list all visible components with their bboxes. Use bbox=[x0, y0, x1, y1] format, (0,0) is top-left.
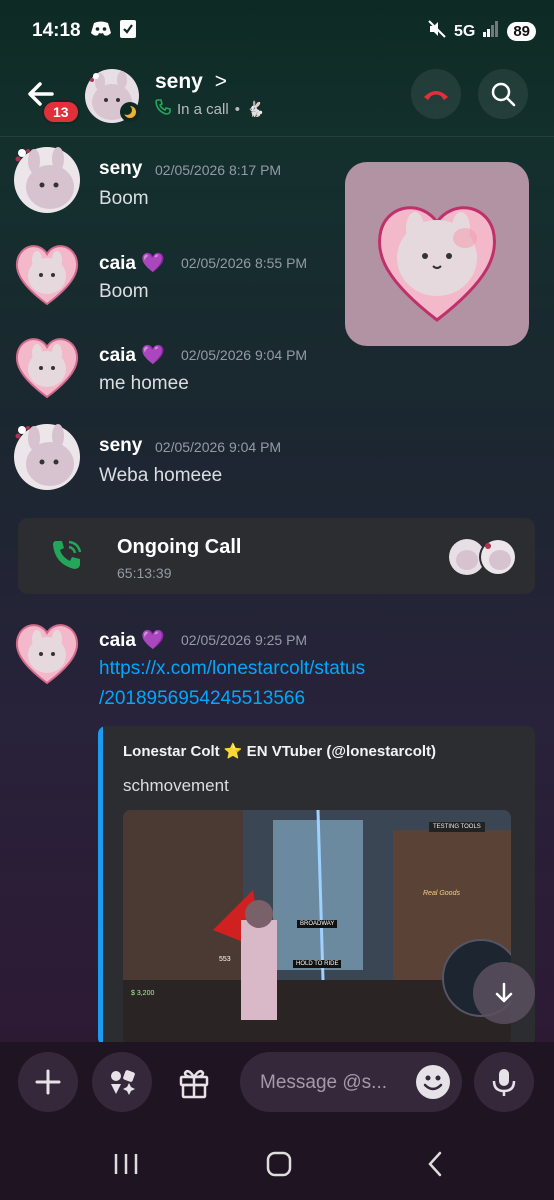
hud-shop-sign: Real Goods bbox=[423, 890, 460, 897]
network-type: 5G bbox=[453, 22, 476, 40]
emoji-button[interactable] bbox=[416, 1065, 450, 1099]
battery-indicator: 89 bbox=[507, 22, 536, 41]
embed-accent-bar bbox=[98, 726, 103, 1046]
recent-apps-button[interactable] bbox=[112, 1150, 140, 1183]
avatar[interactable] bbox=[12, 331, 82, 401]
phone-icon bbox=[155, 99, 171, 119]
search-icon bbox=[491, 82, 516, 107]
hud-money: $ 3,200 bbox=[131, 990, 155, 997]
discord-icon bbox=[90, 21, 112, 42]
custom-status-emoji: 🐇 bbox=[245, 101, 265, 118]
emoji-icon bbox=[423, 1075, 443, 1091]
checkbox-notification-icon bbox=[120, 20, 136, 43]
apps-button[interactable] bbox=[92, 1052, 152, 1112]
message-timestamp: 02/05/2026 8:17 PM bbox=[155, 162, 282, 178]
embed-description: schmovement bbox=[123, 776, 229, 795]
message-link[interactable]: https://x.com/lonestarcolt/status bbox=[99, 658, 365, 680]
microphone-icon bbox=[492, 1069, 516, 1096]
header-divider bbox=[0, 136, 554, 137]
status-separator: • bbox=[234, 100, 240, 118]
unread-badge: 13 bbox=[42, 100, 80, 124]
hud-sign: BROADWAY bbox=[297, 920, 338, 928]
hud-panel: TESTING TOOLS bbox=[429, 822, 485, 832]
recent-apps-icon bbox=[114, 1154, 138, 1174]
message-timestamp: 02/05/2026 9:04 PM bbox=[181, 347, 308, 363]
plus-icon bbox=[35, 1069, 61, 1095]
system-back-button[interactable] bbox=[422, 1150, 450, 1183]
apps-icon bbox=[111, 1070, 135, 1095]
call-participants bbox=[448, 538, 518, 576]
gift-button[interactable] bbox=[176, 1064, 212, 1105]
message-timestamp: 02/05/2026 8:55 PM bbox=[181, 255, 308, 271]
voice-message-button[interactable] bbox=[474, 1052, 534, 1112]
search-button[interactable] bbox=[478, 69, 528, 119]
call-title: Ongoing Call bbox=[117, 536, 242, 558]
mute-icon bbox=[428, 20, 446, 43]
message-author[interactable]: caia 💜 bbox=[99, 251, 165, 275]
message-author[interactable]: caia 💜 bbox=[99, 343, 165, 367]
avatar[interactable] bbox=[12, 422, 82, 492]
message-link-continued[interactable]: /2018956954245513566 bbox=[99, 688, 305, 710]
hud-speed: 553 bbox=[219, 956, 231, 963]
avatar[interactable] bbox=[84, 68, 140, 124]
hangup-icon bbox=[424, 91, 448, 100]
embed-image[interactable]: TESTING TOOLS BROADWAY HOLD TO RIDE $ 3,… bbox=[123, 810, 511, 1046]
jump-to-bottom-button[interactable] bbox=[473, 962, 535, 1024]
avatar[interactable] bbox=[12, 145, 82, 215]
message-author[interactable]: seny bbox=[99, 158, 142, 180]
status-right-icons: 5G 89 bbox=[428, 20, 536, 43]
status-time: 14:18 bbox=[32, 20, 81, 41]
message-text: Weba homeee bbox=[99, 465, 223, 486]
avatar[interactable] bbox=[12, 617, 82, 687]
add-attachment-button[interactable] bbox=[18, 1052, 78, 1112]
phone-call-icon bbox=[50, 538, 84, 577]
home-button[interactable] bbox=[265, 1150, 295, 1183]
message-author[interactable]: caia 💜 bbox=[99, 628, 165, 652]
message-author[interactable]: seny bbox=[99, 435, 142, 457]
chevron-left-icon bbox=[428, 1151, 442, 1177]
status-notification-icons bbox=[90, 20, 136, 43]
gift-icon bbox=[179, 1069, 209, 1099]
avatar[interactable] bbox=[12, 238, 82, 308]
message-text: Boom bbox=[99, 281, 149, 302]
call-duration: 65:13:39 bbox=[117, 565, 172, 581]
link-embed: Lonestar Colt ⭐ EN VTuber (@lonestarcolt… bbox=[98, 726, 535, 1046]
message-input[interactable] bbox=[258, 1052, 412, 1114]
header-name-text: seny bbox=[155, 70, 203, 93]
message-timestamp: 02/05/2026 9:25 PM bbox=[181, 632, 308, 648]
arrow-down-icon bbox=[495, 982, 513, 1003]
message-timestamp: 02/05/2026 9:04 PM bbox=[155, 439, 282, 455]
header-username[interactable]: seny > bbox=[155, 70, 227, 94]
call-status-text: In a call bbox=[177, 100, 229, 118]
sticker-preview[interactable] bbox=[345, 162, 529, 346]
message-text: me homee bbox=[99, 373, 189, 394]
message-input-container[interactable] bbox=[240, 1052, 462, 1114]
home-icon bbox=[266, 1151, 292, 1177]
idle-moon-icon bbox=[120, 102, 140, 122]
signal-icon bbox=[483, 21, 499, 42]
header-call-status: In a call • 🐇 bbox=[155, 99, 265, 119]
chevron-right-icon: > bbox=[214, 70, 227, 93]
message-text: Boom bbox=[99, 188, 149, 209]
hangup-button[interactable] bbox=[411, 69, 461, 119]
embed-author[interactable]: Lonestar Colt ⭐ EN VTuber (@lonestarcolt… bbox=[123, 742, 436, 760]
hud-hint: HOLD TO RIDE bbox=[293, 960, 342, 968]
